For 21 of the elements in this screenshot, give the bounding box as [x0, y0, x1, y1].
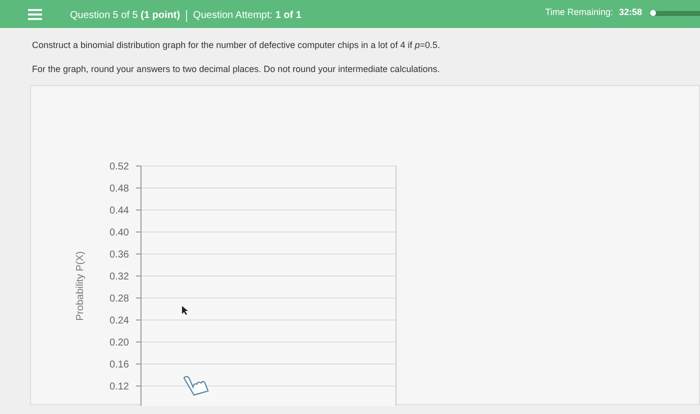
y-tick-label: 0.16: [110, 360, 129, 370]
hand-cursor-icon: [183, 376, 209, 396]
y-axis-title: Probability P(X): [75, 251, 86, 321]
y-tick-label: 0.40: [110, 228, 129, 238]
question-counter: Question 5 of 5 (1 point): [70, 9, 180, 23]
y-tick-label: 0.44: [110, 206, 129, 216]
y-tick-label: 0.20: [110, 338, 129, 348]
y-tick-label: 0.24: [110, 316, 129, 326]
y-tick-label: 0.32: [110, 272, 129, 282]
menu-icon[interactable]: [28, 8, 42, 20]
time-label: Time Remaining:: [545, 6, 613, 20]
y-tick-label: 0.48: [110, 184, 129, 194]
pointer-cursor-icon: [182, 306, 188, 315]
time-value: 32:58: [618, 6, 642, 20]
y-tick-label: 0.28: [110, 294, 129, 304]
y-tick-label: 0.36: [110, 250, 129, 260]
attempt-counter: Question Attempt: 1 of 1: [193, 9, 302, 23]
y-tick-label: 0.12: [110, 382, 129, 392]
instruction-text: Construct a binomial distribution graph for the number of defective computer chips in a lot of 4 if p=0.5.: [32, 39, 441, 52]
instruction-text: For the graph, round your answers to two decimal places. Do not round your intermediate calculations.: [32, 62, 441, 76]
y-tick-label: 0.52: [110, 162, 129, 172]
